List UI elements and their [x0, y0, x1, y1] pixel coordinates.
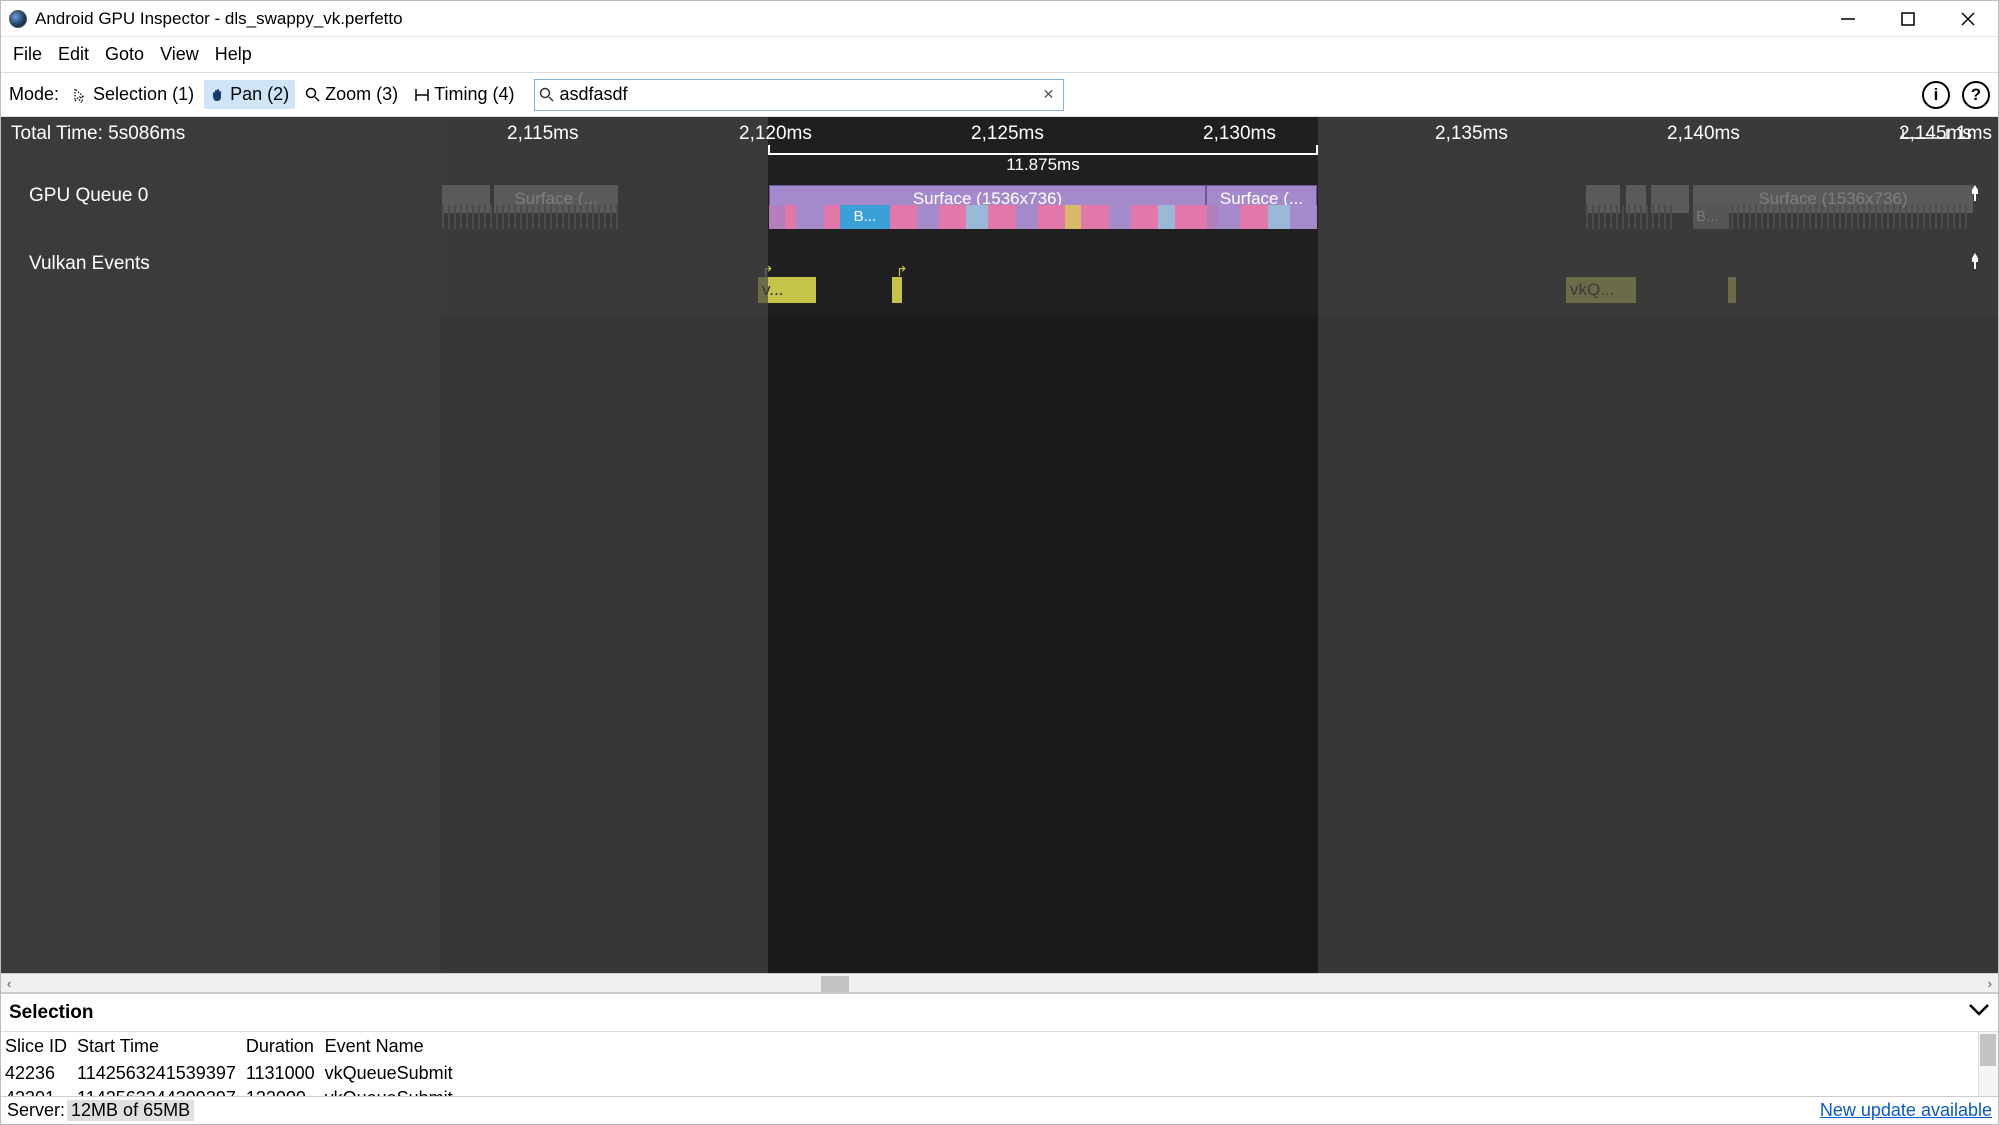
pin-icon[interactable]	[1968, 185, 1986, 203]
menu-file[interactable]: File	[5, 40, 50, 69]
track-label-vulkan: Vulkan Events	[29, 253, 150, 275]
horizontal-scrollbar[interactable]: ‹ ›	[1, 973, 1998, 993]
table-header-row: Slice ID Start Time Duration Event Name	[5, 1032, 463, 1061]
server-label: Server:	[7, 1100, 65, 1121]
mode-selection-label: Selection (1)	[93, 84, 194, 105]
mode-pan-button[interactable]: Pan (2)	[204, 80, 295, 109]
window-close-button[interactable]	[1938, 1, 1998, 37]
visible-range-label: 11.875ms	[768, 145, 1318, 175]
tick-label: 2,135ms	[1435, 123, 1508, 145]
scrollbar-thumb[interactable]	[1980, 1034, 1996, 1066]
collapse-icon[interactable]	[1968, 1003, 1990, 1022]
vertical-scrollbar[interactable]	[1978, 1032, 1998, 1096]
total-time-label: Total Time: 5s086ms	[11, 123, 185, 145]
tick-label: 2,140ms	[1667, 123, 1740, 145]
mode-selection-button[interactable]: Selection (1)	[67, 80, 200, 109]
track-label-gpu-queue: GPU Queue 0	[29, 185, 148, 207]
selection-table[interactable]: Slice ID Start Time Duration Event Name …	[1, 1032, 1998, 1096]
search-input[interactable]	[557, 81, 1063, 109]
tick-label: 2,115ms	[507, 123, 578, 145]
tick-label: 2,145ms	[1899, 123, 1972, 145]
cursor-icon	[73, 87, 89, 103]
update-link[interactable]: New update available	[1820, 1100, 1992, 1121]
tick-label: 2,130ms	[1203, 123, 1276, 145]
col-event-name[interactable]: Event Name	[325, 1032, 463, 1061]
search-box[interactable]: ✕	[534, 79, 1064, 111]
col-slice-id[interactable]: Slice ID	[5, 1032, 77, 1061]
mode-zoom-label: Zoom (3)	[325, 84, 398, 105]
info-button[interactable]: i	[1922, 81, 1950, 109]
menu-help[interactable]: Help	[207, 40, 260, 69]
mode-timing-label: Timing (4)	[434, 84, 514, 105]
scroll-left-arrow-icon[interactable]: ‹	[7, 976, 11, 991]
menu-goto[interactable]: Goto	[97, 40, 152, 69]
mode-label: Mode:	[9, 84, 59, 105]
mode-zoom-button[interactable]: Zoom (3)	[299, 80, 404, 109]
window-minimize-button[interactable]	[1818, 1, 1878, 37]
scrollbar-thumb[interactable]	[821, 976, 849, 992]
timing-icon	[414, 87, 430, 103]
track-labels-column	[1, 117, 441, 973]
col-duration[interactable]: Duration	[246, 1032, 325, 1061]
table-row[interactable]: 42301 1142563244399397 122000 vkQueueSub…	[5, 1086, 463, 1096]
titlebar: Android GPU Inspector - dls_swappy_vk.pe…	[1, 1, 1998, 37]
timeline-panel[interactable]: Total Time: 5s086ms 1ms 2,115ms 2,120ms …	[1, 117, 1998, 973]
server-memory: 12MB of 65MB	[67, 1100, 194, 1121]
arrow-icon: ↱	[896, 263, 908, 280]
vulkan-event[interactable]: ↱	[892, 277, 902, 303]
menubar: File Edit Goto View Help	[1, 37, 1998, 73]
toolbar: Mode: Selection (1) Pan (2) Zoom (3) Tim…	[1, 73, 1998, 117]
mode-pan-label: Pan (2)	[230, 84, 289, 105]
help-button[interactable]: ?	[1962, 81, 1990, 109]
col-start-time[interactable]: Start Time	[77, 1032, 246, 1061]
scroll-right-arrow-icon[interactable]: ›	[1988, 976, 1992, 991]
selection-panel: Selection Slice ID Start Time Duration E…	[1, 993, 1998, 1096]
window-maximize-button[interactable]	[1878, 1, 1938, 37]
menu-view[interactable]: View	[152, 40, 207, 69]
slice-detail-row[interactable]: B...	[769, 205, 1317, 229]
window-title: Android GPU Inspector - dls_swappy_vk.pe…	[35, 9, 403, 29]
menu-edit[interactable]: Edit	[50, 40, 97, 69]
mode-timing-button[interactable]: Timing (4)	[408, 80, 520, 109]
tick-label: 2,125ms	[971, 123, 1044, 145]
info-icon: i	[1934, 85, 1939, 105]
tick-label: 2,120ms	[739, 123, 812, 145]
time-ruler[interactable]: Total Time: 5s086ms 1ms 2,115ms 2,120ms …	[1, 117, 1998, 175]
search-icon	[535, 87, 557, 102]
hand-icon	[210, 87, 226, 103]
search-clear-button[interactable]: ✕	[1039, 86, 1057, 104]
question-icon: ?	[1971, 85, 1981, 105]
status-bar: Server: 12MB of 65MB New update availabl…	[1, 1096, 1998, 1124]
app-icon	[9, 10, 27, 28]
pin-icon[interactable]	[1968, 253, 1986, 271]
table-row[interactable]: 42236 1142563241539397 1131000 vkQueueSu…	[5, 1061, 463, 1086]
magnifier-icon	[305, 87, 321, 103]
selection-title: Selection	[9, 1002, 93, 1024]
